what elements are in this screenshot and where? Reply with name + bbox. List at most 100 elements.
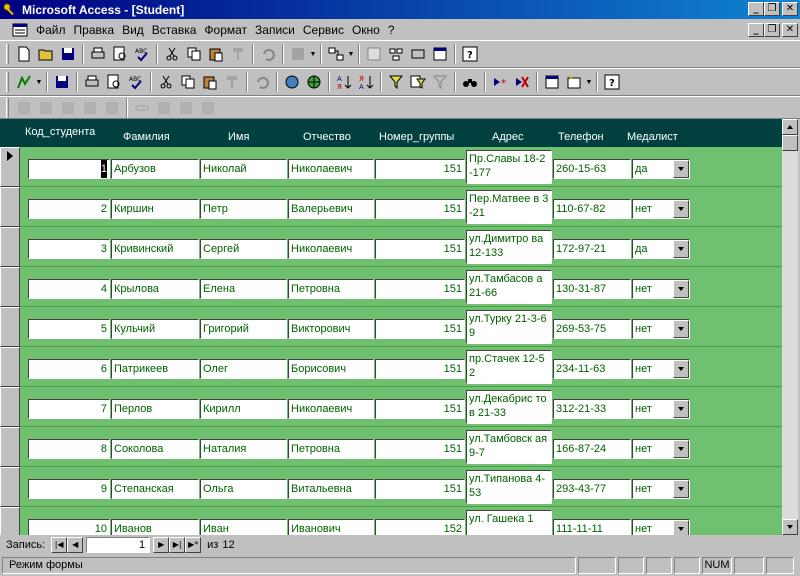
- next-record-button[interactable]: ▶: [153, 536, 170, 553]
- dropdown-arrow-icon[interactable]: [673, 400, 689, 418]
- field-firstname[interactable]: Николай: [200, 159, 287, 179]
- record-selector[interactable]: [0, 147, 20, 187]
- field-group[interactable]: 151: [375, 479, 465, 499]
- paste-icon[interactable]: [205, 43, 227, 65]
- first-record-button[interactable]: |◀: [51, 536, 68, 553]
- dropdown-arrow-icon[interactable]: [673, 360, 689, 378]
- office-links-icon[interactable]: [407, 43, 429, 65]
- help-icon[interactable]: ?: [601, 71, 623, 93]
- field-lastname[interactable]: Перлов: [111, 399, 199, 419]
- new-icon[interactable]: [13, 43, 35, 65]
- view-dropdown-icon[interactable]: ▼: [309, 43, 317, 65]
- undo-icon[interactable]: [257, 43, 279, 65]
- form-button-icon-4[interactable]: [79, 97, 101, 119]
- menu-insert[interactable]: Вставка: [148, 23, 201, 37]
- field-patronymic[interactable]: Иванович: [288, 519, 374, 535]
- close-button[interactable]: ✕: [782, 2, 798, 16]
- field-lastname[interactable]: Арбузов: [111, 159, 199, 179]
- current-record-input[interactable]: 1: [86, 536, 151, 553]
- field-group[interactable]: 152: [375, 519, 465, 535]
- menu-tools[interactable]: Сервис: [299, 23, 348, 37]
- record-selector[interactable]: [0, 307, 20, 347]
- field-lastname[interactable]: Иванов: [111, 519, 199, 535]
- field-medal[interactable]: нет: [632, 439, 690, 459]
- menu-file[interactable]: Файл: [32, 23, 70, 37]
- form-button-icon-1[interactable]: [13, 97, 35, 119]
- form-button-icon-3[interactable]: [57, 97, 79, 119]
- new-record-nav-button[interactable]: ▶*: [185, 536, 202, 553]
- menu-format[interactable]: Формат: [200, 23, 251, 37]
- doc-restore-button[interactable]: ❐: [764, 23, 780, 37]
- field-medal[interactable]: да: [632, 159, 690, 179]
- print-icon[interactable]: [81, 71, 103, 93]
- toolbar-grip[interactable]: [6, 44, 9, 64]
- field-patronymic[interactable]: Николаевич: [288, 239, 374, 259]
- field-address[interactable]: Пр.Славы 18-2-177: [466, 150, 552, 184]
- menu-records[interactable]: Записи: [251, 23, 299, 37]
- database-window-icon[interactable]: [541, 71, 563, 93]
- record-selector[interactable]: [0, 507, 20, 535]
- field-firstname[interactable]: Кирилл: [200, 399, 287, 419]
- undo-icon[interactable]: [251, 71, 273, 93]
- format-painter-icon[interactable]: [227, 43, 249, 65]
- field-lastname[interactable]: Крылова: [111, 279, 199, 299]
- field-lastname[interactable]: Патрикеев: [111, 359, 199, 379]
- field-phone[interactable]: 166-87-24: [553, 439, 631, 459]
- field-id[interactable]: 4: [28, 279, 110, 299]
- field-address[interactable]: Пер.Матвее в 3-21: [466, 190, 552, 224]
- access-key-icon[interactable]: [2, 2, 18, 18]
- field-lastname[interactable]: Кривинский: [111, 239, 199, 259]
- record-selector[interactable]: [0, 467, 20, 507]
- insert-hyperlink-icon[interactable]: [281, 71, 303, 93]
- form-button-icon-5[interactable]: [101, 97, 123, 119]
- field-phone[interactable]: 260-15-63: [553, 159, 631, 179]
- filter-by-form-icon[interactable]: [407, 71, 429, 93]
- record-selector[interactable]: [0, 427, 20, 467]
- field-patronymic[interactable]: Викторович: [288, 319, 374, 339]
- save-icon[interactable]: [51, 71, 73, 93]
- field-medal[interactable]: нет: [632, 399, 690, 419]
- properties-icon[interactable]: [363, 43, 385, 65]
- view-icon[interactable]: [287, 43, 309, 65]
- field-phone[interactable]: 312-21-33: [553, 399, 631, 419]
- field-patronymic[interactable]: Николаевич: [288, 399, 374, 419]
- form-button-icon-8[interactable]: [197, 97, 219, 119]
- field-id[interactable]: 7: [28, 399, 110, 419]
- toolbar-grip[interactable]: [6, 97, 9, 118]
- analyze-icon[interactable]: [385, 43, 407, 65]
- last-record-button[interactable]: ▶|: [169, 536, 186, 553]
- cut-icon[interactable]: [161, 43, 183, 65]
- design-view-icon[interactable]: [13, 71, 35, 93]
- field-id[interactable]: 6: [28, 359, 110, 379]
- field-firstname[interactable]: Ольга: [200, 479, 287, 499]
- dropdown-arrow-icon[interactable]: [673, 160, 689, 178]
- field-lastname[interactable]: Соколова: [111, 439, 199, 459]
- restore-button[interactable]: ❐: [764, 2, 780, 16]
- print-preview-icon[interactable]: [103, 71, 125, 93]
- vertical-scrollbar[interactable]: [782, 119, 798, 535]
- new-object-dropdown-icon[interactable]: ▼: [585, 71, 593, 93]
- field-address[interactable]: ул.Димитро ва 12-133: [466, 230, 552, 264]
- relationships-icon[interactable]: [325, 43, 347, 65]
- toolbar-grip[interactable]: [6, 72, 9, 92]
- field-firstname[interactable]: Григорий: [200, 319, 287, 339]
- field-id[interactable]: 10: [28, 519, 110, 535]
- field-address[interactable]: ул.Типанова 4-53: [466, 470, 552, 504]
- menu-edit[interactable]: Правка: [70, 23, 119, 37]
- field-patronymic[interactable]: Валерьевич: [288, 199, 374, 219]
- field-phone[interactable]: 130-31-87: [553, 279, 631, 299]
- field-patronymic[interactable]: Петровна: [288, 439, 374, 459]
- new-object-icon[interactable]: [563, 71, 585, 93]
- cut-icon[interactable]: [155, 71, 177, 93]
- field-address[interactable]: пр.Стачек 12-52: [466, 350, 552, 384]
- scroll-down-button[interactable]: [782, 519, 798, 535]
- record-selector[interactable]: [0, 187, 20, 227]
- print-preview-icon[interactable]: [109, 43, 131, 65]
- field-firstname[interactable]: Олег: [200, 359, 287, 379]
- field-group[interactable]: 151: [375, 359, 465, 379]
- field-id[interactable]: 3: [28, 239, 110, 259]
- field-medal[interactable]: нет: [632, 359, 690, 379]
- field-phone[interactable]: 110-67-82: [553, 199, 631, 219]
- field-firstname[interactable]: Иван: [200, 519, 287, 535]
- new-record-icon[interactable]: *: [489, 71, 511, 93]
